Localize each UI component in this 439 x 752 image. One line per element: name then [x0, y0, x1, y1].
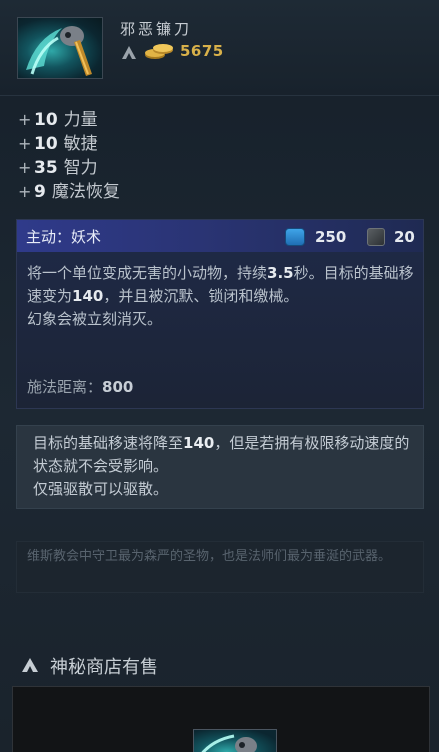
shop-box[interactable] [12, 686, 430, 752]
stat-row: + 35 智力 [18, 156, 318, 180]
stat-name: 敏捷 [63, 134, 98, 154]
stat-plus: + [18, 134, 32, 153]
scythe-item-icon [17, 17, 103, 79]
stat-row: + 10 敏捷 [18, 132, 318, 156]
desc-move-speed: 140 [72, 287, 104, 305]
desc-text: 将一个单位变成无害的小动物，持续 [27, 264, 268, 282]
stat-row: + 9 魔法恢复 [18, 180, 318, 204]
secret-shop-icon [20, 657, 40, 673]
stat-name: 智力 [63, 158, 98, 178]
cooldown-value: 20 [394, 228, 415, 246]
stat-name: 魔法恢复 [51, 182, 120, 202]
item-stats: + 10 力量 + 10 敏捷 + 35 智力 + 9 魔法恢复 [18, 108, 318, 204]
secret-shop-icon [120, 44, 138, 60]
active-ability-header: 主动：妖术 250 20 [17, 220, 423, 252]
cast-range-value: 800 [102, 378, 134, 396]
cooldown-icon [367, 228, 385, 246]
item-name: 邪恶镰刀 [120, 20, 193, 38]
stat-plus: + [18, 158, 32, 177]
active-ability-box: 主动：妖术 250 20 将一个单位变成无害的小动物，持续3.5秒。目标的基础移… [16, 219, 424, 409]
lore-box: 维斯教会中守卫最为森严的圣物，也是法师们最为垂涎的武器。 [16, 541, 424, 593]
stat-row: + 10 力量 [18, 108, 318, 132]
stat-name: 力量 [63, 110, 98, 130]
note-dispel-text: 仅强驱散可以驱散。 [33, 480, 169, 498]
cast-range-label: 施法距离： [27, 378, 103, 396]
ability-note-text: 目标的基础移速将降至140，但是若拥有极限移动速度的状态就不会受影响。 仅强驱散… [33, 432, 413, 501]
lore-text: 维斯教会中守卫最为森严的圣物，也是法师们最为垂涎的武器。 [27, 549, 392, 564]
active-ability-title: 主动：妖术 [26, 228, 102, 246]
stat-value: 10 [34, 110, 58, 130]
note-text: 目标的基础移速将降至 [33, 434, 184, 452]
note-speed: 140 [183, 434, 215, 452]
mana-cost: 250 [315, 228, 347, 246]
shop-item-thumbnail[interactable] [193, 729, 277, 752]
gold-coins-icon [143, 41, 175, 61]
shop-availability-label: 神秘商店有售 [50, 657, 158, 678]
cast-range: 施法距离：800 [27, 376, 133, 397]
desc-illusion-text: 幻象会被立刻消灭。 [27, 310, 163, 328]
stat-value: 35 [34, 158, 58, 178]
desc-duration: 3.5 [267, 264, 294, 282]
mana-icon [285, 228, 305, 246]
gold-cost: 5675 [180, 42, 224, 60]
desc-text: ，并且被沉默、锁闭和缴械。 [103, 287, 299, 305]
active-ability-description: 将一个单位变成无害的小动物，持续3.5秒。目标的基础移速变为140，并且被沉默、… [27, 262, 419, 331]
stat-value: 9 [34, 182, 46, 202]
stat-value: 10 [34, 134, 58, 154]
stat-plus: + [18, 182, 32, 201]
tooltip-header: 邪恶镰刀 5675 [0, 0, 439, 96]
item-tooltip-panel: 邪恶镰刀 5675 + 10 力量 + 10 敏捷 + 35 智力 + 9 魔法… [0, 0, 439, 752]
ability-note-box: 目标的基础移速将降至140，但是若拥有极限移动速度的状态就不会受影响。 仅强驱散… [16, 425, 424, 509]
stat-plus: + [18, 110, 32, 129]
